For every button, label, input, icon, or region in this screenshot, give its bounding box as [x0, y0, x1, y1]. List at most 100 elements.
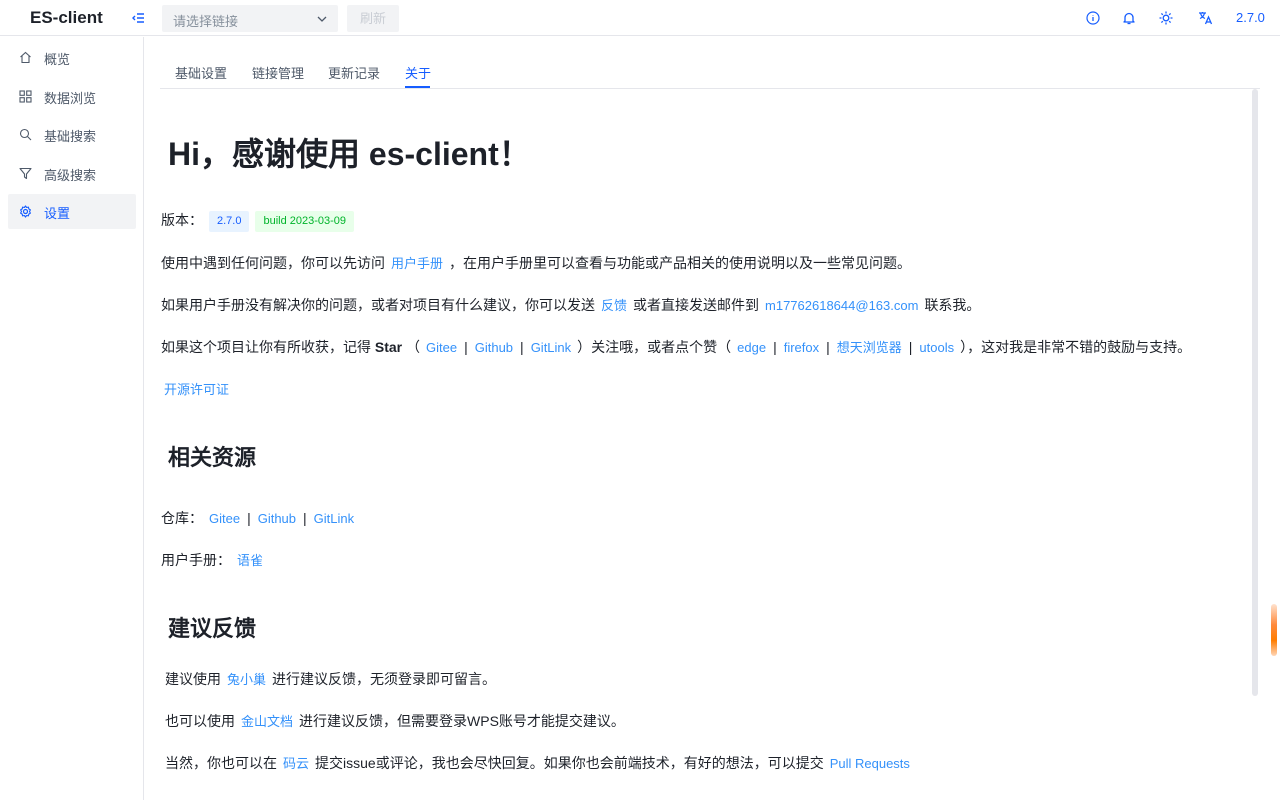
- filter-icon: [19, 167, 32, 180]
- pull-requests-link[interactable]: Pull Requests: [830, 756, 910, 771]
- paragraph-text: 也可以使用: [165, 713, 235, 729]
- paragraph-text: ）: [577, 339, 592, 355]
- feedback-paragraph: 如果用户手册没有解决你的问题，或者对项目有什么建议，你可以发送 反馈 或者直接发送邮…: [161, 295, 980, 315]
- paragraph-text: 提交issue或评论，我也会尽快回复。如果你也会前端技术，有好的想法，可以提交: [315, 755, 824, 771]
- separator: |: [773, 339, 777, 355]
- user-manual-link[interactable]: 用户手册: [391, 256, 443, 271]
- paragraph-text: 进行建议反馈，无须登录即可留言。: [272, 671, 497, 687]
- grid-icon: [19, 90, 32, 103]
- app-logo: ES-client: [30, 8, 103, 27]
- page-scrollbar-thumb[interactable]: [1271, 604, 1277, 656]
- utools-link[interactable]: utools: [919, 340, 954, 355]
- manual-row: 用户手册： 语雀: [161, 550, 269, 570]
- link-select[interactable]: 请选择链接: [162, 5, 338, 32]
- sidebar-item-label: 基础搜索: [44, 129, 97, 144]
- paragraph-text: ），这对我是非常不错的鼓励与支持。: [960, 339, 1192, 355]
- kdocs-link[interactable]: 金山文档: [241, 714, 293, 729]
- sidebar-item-basic-search[interactable]: 基础搜索: [8, 117, 136, 152]
- build-tag: build 2023-03-09: [255, 210, 355, 232]
- tab-changelog[interactable]: 更新记录: [328, 63, 380, 82]
- info-button[interactable]: [1085, 10, 1101, 26]
- search-icon: [19, 128, 32, 141]
- yuque-link[interactable]: 语雀: [237, 553, 263, 568]
- menu-fold-icon: [132, 13, 144, 23]
- email-link[interactable]: m17762618644@163.com: [765, 298, 918, 313]
- tab-about[interactable]: 关于: [405, 63, 431, 82]
- sidebar-item-data-browse[interactable]: 数据浏览: [8, 79, 136, 114]
- refresh-button[interactable]: 刷新: [347, 5, 399, 32]
- gitee-issue-link[interactable]: 码云: [283, 756, 309, 771]
- chevron-down-icon: [317, 16, 327, 22]
- sun-icon: [1159, 11, 1173, 25]
- link-select-placeholder: 请选择链接: [173, 14, 239, 29]
- paragraph-text: 建议使用: [165, 671, 221, 687]
- feedback-row-3: 当然，你也可以在 码云 提交issue或评论，我也会尽快回复。如果你也会前端技术，有…: [165, 753, 916, 773]
- version-row: 版本： 2.7.0 build 2023-03-09: [161, 210, 355, 232]
- language-button[interactable]: [1197, 10, 1213, 26]
- resources-heading: 相关资源: [168, 445, 257, 470]
- support-paragraph: 如果这个项目让你有所收获，记得 Star （ Gitee | Github | GitLi…: [161, 337, 1191, 357]
- sidebar-item-label: 设置: [44, 206, 71, 221]
- repo-row: 仓库： Gitee | Github | GitLink: [161, 508, 360, 528]
- feedback-row-2: 也可以使用 金山文档 进行建议反馈，但需要登录WPS账号才能提交建议。: [165, 711, 625, 731]
- notification-button[interactable]: [1121, 10, 1137, 26]
- paragraph-text: 或者直接发送邮件到: [633, 297, 760, 313]
- paragraph-text: 联系我。: [924, 297, 981, 313]
- version-tag: 2.7.0: [209, 210, 250, 232]
- sidebar-item-label: 高级搜索: [44, 168, 97, 183]
- paragraph-text: ，在用户手册里可以查看与功能或产品相关的使用说明以及一些常见问题。: [449, 255, 912, 271]
- theme-button[interactable]: [1158, 10, 1174, 26]
- feedback-link[interactable]: 反馈: [601, 298, 627, 313]
- content-scrollbar[interactable]: [1252, 89, 1258, 696]
- active-tab-indicator: [405, 86, 430, 88]
- feedback-row-1: 建议使用 兔小巢 进行建议反馈，无须登录即可留言。: [165, 669, 496, 689]
- about-panel: Hi，感谢使用 es-client！ 版本： 2.7.0 build 2023-03…: [160, 89, 1250, 800]
- sidebar-toggle-button[interactable]: [130, 9, 148, 27]
- version-label[interactable]: 2.7.0: [1236, 10, 1265, 25]
- star-text: Star: [374, 339, 403, 355]
- tab-link-management[interactable]: 链接管理: [252, 63, 304, 82]
- gear-icon: [19, 205, 32, 218]
- about-title: Hi，感谢使用 es-client！: [168, 136, 531, 172]
- sidebar-item-label: 数据浏览: [44, 91, 97, 106]
- translate-icon: [1199, 12, 1213, 25]
- bell-icon: [1123, 12, 1135, 25]
- paragraph-text: 使用中遇到任何问题，你可以先访问: [161, 255, 385, 271]
- gitlink-link[interactable]: GitLink: [531, 340, 571, 355]
- sidebar-item-settings[interactable]: 设置: [8, 194, 136, 229]
- repo-label: 仓库：: [161, 510, 203, 526]
- settings-tabs: 基础设置 链接管理 更新记录 关于: [160, 52, 1260, 89]
- firefox-link[interactable]: firefox: [784, 340, 819, 355]
- repo-gitlink-link[interactable]: GitLink: [314, 511, 354, 526]
- top-header: ES-client 请选择链接 刷新 2.7.0: [0, 0, 1280, 36]
- repo-github-link[interactable]: Github: [258, 511, 296, 526]
- paragraph-text: （: [406, 339, 421, 355]
- paragraph-text: 关注哦，或者点个赞（: [591, 339, 732, 355]
- separator: |: [247, 510, 251, 526]
- sidebar-item-advanced-search[interactable]: 高级搜索: [8, 156, 136, 191]
- feedback-heading: 建议反馈: [168, 616, 257, 641]
- edge-link[interactable]: edge: [737, 340, 766, 355]
- sidebar: 概览 数据浏览 基础搜索 高级搜索 设置: [0, 37, 144, 800]
- home-icon: [19, 51, 32, 64]
- xiangtian-browser-link[interactable]: 想天浏览器: [837, 340, 902, 355]
- tuxiaochao-link[interactable]: 兔小巢: [227, 672, 266, 687]
- repo-gitee-link[interactable]: Gitee: [209, 511, 240, 526]
- intro-paragraph: 使用中遇到任何问题，你可以先访问 用户手册 ，在用户手册里可以查看与功能或产品相关的…: [161, 253, 911, 273]
- license-row: 开源许可证: [161, 379, 235, 398]
- paragraph-text: 如果用户手册没有解决你的问题，或者对项目有什么建议，你可以发送: [161, 297, 595, 313]
- gitee-link[interactable]: Gitee: [426, 340, 457, 355]
- github-link[interactable]: Github: [475, 340, 513, 355]
- separator: |: [303, 510, 307, 526]
- separator: |: [826, 339, 830, 355]
- info-icon: [1086, 11, 1100, 25]
- sidebar-item-label: 概览: [44, 52, 71, 67]
- separator: |: [464, 339, 468, 355]
- sidebar-item-overview[interactable]: 概览: [8, 40, 136, 75]
- license-link[interactable]: 开源许可证: [164, 382, 229, 397]
- paragraph-text: 当然，你也可以在: [165, 755, 277, 771]
- tab-basic-settings[interactable]: 基础设置: [175, 63, 227, 82]
- paragraph-text: 如果这个项目让你有所收获，记得: [161, 339, 371, 355]
- version-label-text: 版本：: [161, 212, 203, 228]
- manual-label: 用户手册：: [161, 552, 231, 568]
